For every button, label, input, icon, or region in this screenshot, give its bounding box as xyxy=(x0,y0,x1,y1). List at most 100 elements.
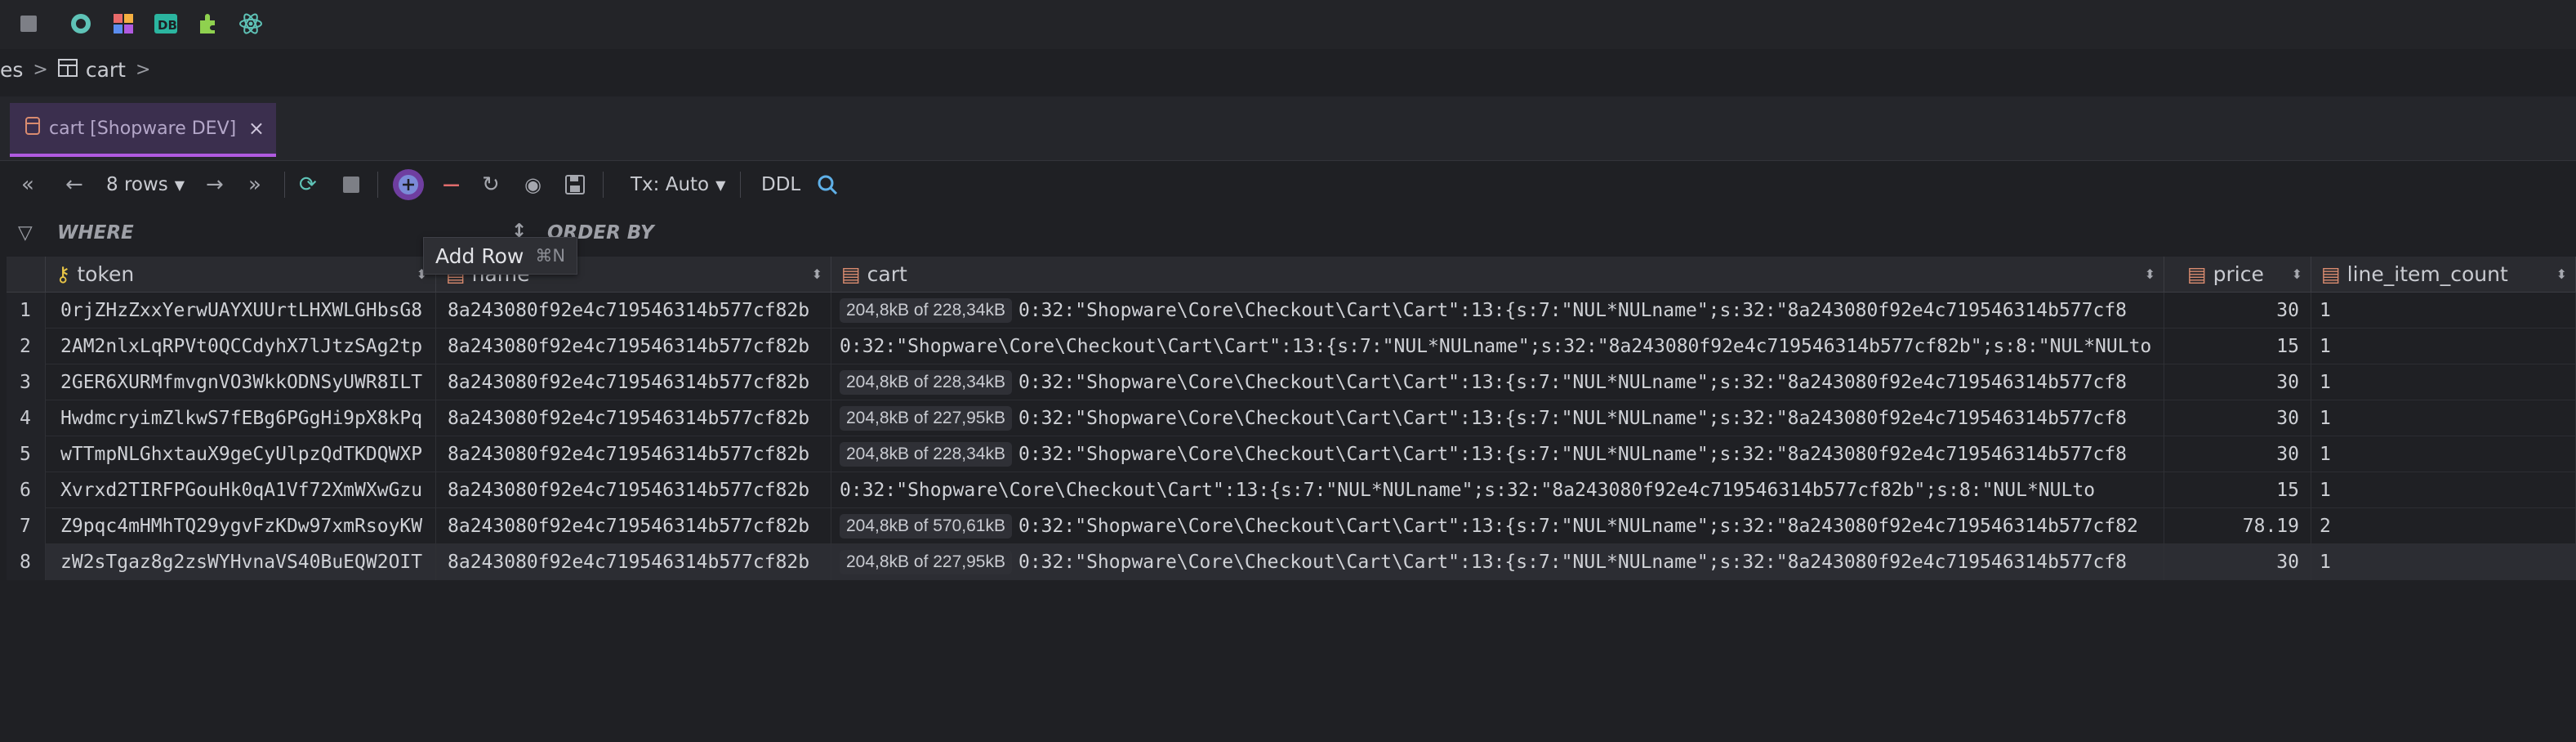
column-header-price[interactable]: ▤ price ⬍ xyxy=(2164,257,2311,293)
cell-cart[interactable]: 204,8kB of 228,34kB 0:32:"Shopware\Core\C… xyxy=(831,436,2164,472)
cell-name[interactable]: 8a243080f92e4c719546314b577cf82b xyxy=(436,544,831,580)
sort-icon[interactable]: ⬍ xyxy=(2292,266,2302,282)
cell-line-item-count[interactable]: 1 xyxy=(2311,329,2576,364)
table-row[interactable]: 2 2AM2nlxLqRPVt0QCCdyhX7lJtzSAg2tp 8a24308… xyxy=(7,329,2576,364)
size-badge: 204,8kB of 228,34kB xyxy=(840,442,1012,467)
column-header-token[interactable]: ⚷ token ⬍ xyxy=(46,257,436,293)
cell-token[interactable]: wTTmpNLGhxtauX9geCyUlpzQdTKDQWXP xyxy=(46,436,436,472)
cell-token[interactable]: Xvrxd2TIRFPGouHk0qA1Vf72XmWXwGzu xyxy=(46,472,436,508)
column-header-cart[interactable]: ▤ cart ⬍ xyxy=(831,257,2164,293)
row-number[interactable]: 7 xyxy=(7,508,46,544)
table-row[interactable]: 7 Z9pqc4mHMhTQ29ygvFzKDw97xmRsoyKW 8a24308… xyxy=(7,508,2576,544)
cell-price[interactable]: 30 xyxy=(2164,364,2311,400)
cell-price[interactable]: 78.19 xyxy=(2164,508,2311,544)
filter-icon: ▽ xyxy=(18,222,33,244)
table-row[interactable]: 1 0rjZHzZxxYerwUAYXUUrtLHXWLGHbsG8 8a24308… xyxy=(7,293,2576,329)
cell-line-item-count[interactable]: 2 xyxy=(2311,508,2576,544)
row-number[interactable]: 4 xyxy=(7,400,46,436)
rows-count-dropdown[interactable]: 8 rows ▼ xyxy=(106,168,185,201)
cell-price[interactable]: 15 xyxy=(2164,329,2311,364)
view-icon[interactable]: ◉ xyxy=(524,168,541,201)
cell-name[interactable]: 8a243080f92e4c719546314b577cf82b xyxy=(436,364,831,400)
cell-name[interactable]: 8a243080f92e4c719546314b577cf82b xyxy=(436,329,831,364)
cell-token[interactable]: zW2sTgaz8g2zsWYHvnaVS40BuEQW2OIT xyxy=(46,544,436,580)
cell-line-item-count[interactable]: 1 xyxy=(2311,364,2576,400)
cell-name[interactable]: 8a243080f92e4c719546314b577cf82b xyxy=(436,436,831,472)
cell-line-item-count[interactable]: 1 xyxy=(2311,472,2576,508)
close-icon[interactable]: × xyxy=(248,117,265,140)
cell-price[interactable]: 30 xyxy=(2164,436,2311,472)
size-badge: 204,8kB of 228,34kB xyxy=(840,298,1012,323)
next-page-icon[interactable]: → xyxy=(206,168,224,201)
blocks-icon[interactable] xyxy=(109,10,137,38)
cell-token[interactable]: 2AM2nlxLqRPVt0QCCdyhX7lJtzSAg2tp xyxy=(46,329,436,364)
cell-line-item-count[interactable]: 1 xyxy=(2311,544,2576,580)
tx-mode-label: Tx: Auto xyxy=(631,174,710,195)
table-row[interactable]: 6 Xvrxd2TIRFPGouHk0qA1Vf72XmWXwGzu 8a24308… xyxy=(7,472,2576,508)
row-number[interactable]: 2 xyxy=(7,329,46,364)
cell-cart[interactable]: 0:32:"Shopware\Core\Checkout\Cart\Cart":… xyxy=(831,329,2164,364)
cell-cart[interactable]: 204,8kB of 228,34kB 0:32:"Shopware\Core\C… xyxy=(831,293,2164,329)
cell-price[interactable]: 30 xyxy=(2164,400,2311,436)
plugin-icon[interactable] xyxy=(194,10,222,38)
cell-cart[interactable]: 204,8kB of 227,95kB 0:32:"Shopware\Core\C… xyxy=(831,400,2164,436)
breadcrumb-prefix[interactable]: es xyxy=(0,58,23,82)
delete-row-icon[interactable]: − xyxy=(441,168,461,201)
cell-cart[interactable]: 204,8kB of 570,61kB 0:32:"Shopware\Core\C… xyxy=(831,508,2164,544)
atom-icon[interactable] xyxy=(237,10,265,38)
search-icon[interactable] xyxy=(817,168,838,201)
cell-name[interactable]: 8a243080f92e4c719546314b577cf82b xyxy=(436,400,831,436)
ddl-button[interactable]: DDL xyxy=(761,168,800,201)
cell-cart[interactable]: 0:32:"Shopware\Core\Checkout\Cart":13:{s… xyxy=(831,472,2164,508)
tx-mode-dropdown[interactable]: Tx: Auto ▼ xyxy=(631,168,725,201)
cell-line-item-count[interactable]: 1 xyxy=(2311,436,2576,472)
cell-price[interactable]: 30 xyxy=(2164,293,2311,329)
tab-cart[interactable]: cart [Shopware DEV] × xyxy=(10,103,276,157)
circle-logo-icon[interactable] xyxy=(67,10,95,38)
stop-icon[interactable] xyxy=(15,10,42,38)
save-icon[interactable] xyxy=(565,168,585,201)
row-number[interactable]: 8 xyxy=(7,544,46,580)
revert-icon[interactable]: ↻ xyxy=(482,168,500,201)
table-row[interactable]: 5 wTTmpNLGhxtauX9geCyUlpzQdTKDQWXP 8a24308… xyxy=(7,436,2576,472)
cell-name[interactable]: 8a243080f92e4c719546314b577cf82b xyxy=(436,508,831,544)
cell-name[interactable]: 8a243080f92e4c719546314b577cf82b xyxy=(436,293,831,329)
divider xyxy=(603,172,604,198)
cell-line-item-count[interactable]: 1 xyxy=(2311,293,2576,329)
cell-cart[interactable]: 204,8kB of 228,34kB 0:32:"Shopware\Core\C… xyxy=(831,364,2164,400)
cell-name[interactable]: 8a243080f92e4c719546314b577cf82b xyxy=(436,472,831,508)
column-icon: ▤ xyxy=(841,262,861,286)
cell-price[interactable]: 15 xyxy=(2164,472,2311,508)
sort-icon[interactable]: ⬍ xyxy=(812,266,822,282)
size-badge: 204,8kB of 227,95kB xyxy=(840,550,1012,574)
cell-token[interactable]: 2GER6XURMfmvgnVO3WkkODNSyUWR8ILT xyxy=(46,364,436,400)
cell-token[interactable]: 0rjZHzZxxYerwUAYXUUrtLHXWLGHbsG8 xyxy=(46,293,436,329)
row-number[interactable]: 5 xyxy=(7,436,46,472)
sort-icon[interactable]: ⬍ xyxy=(2145,266,2155,282)
cell-cart[interactable]: 204,8kB of 227,95kB 0:32:"Shopware\Core\C… xyxy=(831,544,2164,580)
row-number[interactable]: 3 xyxy=(7,364,46,400)
last-page-icon[interactable]: » xyxy=(248,168,261,201)
column-icon: ▤ xyxy=(2187,262,2207,286)
table-row[interactable]: 8 zW2sTgaz8g2zsWYHvnaVS40BuEQW2OIT 8a24308… xyxy=(7,544,2576,580)
add-row-icon[interactable] xyxy=(392,168,425,201)
cell-token[interactable]: HwdmcryimZlkwS7fEBg6PGgHi9pX8kPq xyxy=(46,400,436,436)
row-number[interactable]: 6 xyxy=(7,472,46,508)
cell-price[interactable]: 30 xyxy=(2164,544,2311,580)
row-number[interactable]: 1 xyxy=(7,293,46,329)
prev-page-icon[interactable]: ← xyxy=(65,168,83,201)
table-row[interactable]: 3 2GER6XURMfmvgnVO3WkkODNSyUWR8ILT 8a24308… xyxy=(7,364,2576,400)
column-header-line-item-count[interactable]: ▤ line_item_count ⬍ xyxy=(2311,257,2576,293)
where-field[interactable]: WHERE xyxy=(57,222,134,244)
refresh-icon[interactable]: ⟳ xyxy=(299,168,317,201)
table-row[interactable]: 4 HwdmcryimZlkwS7fEBg6PGgHi9pX8kPq 8a24308… xyxy=(7,400,2576,436)
stop-icon[interactable] xyxy=(343,168,359,201)
breadcrumb-table[interactable]: cart xyxy=(86,58,126,82)
cell-line-item-count[interactable]: 1 xyxy=(2311,400,2576,436)
db-icon[interactable]: DB xyxy=(152,10,180,38)
sort-icon[interactable]: ⬍ xyxy=(2556,266,2567,282)
cart-value: 0:32:"Shopware\Core\Checkout\Cart\Cart":… xyxy=(1018,552,2128,573)
first-page-icon[interactable]: « xyxy=(21,168,34,201)
cell-token[interactable]: Z9pqc4mHMhTQ29ygvFzKDw97xmRsoyKW xyxy=(46,508,436,544)
size-badge: 204,8kB of 227,95kB xyxy=(840,406,1012,431)
